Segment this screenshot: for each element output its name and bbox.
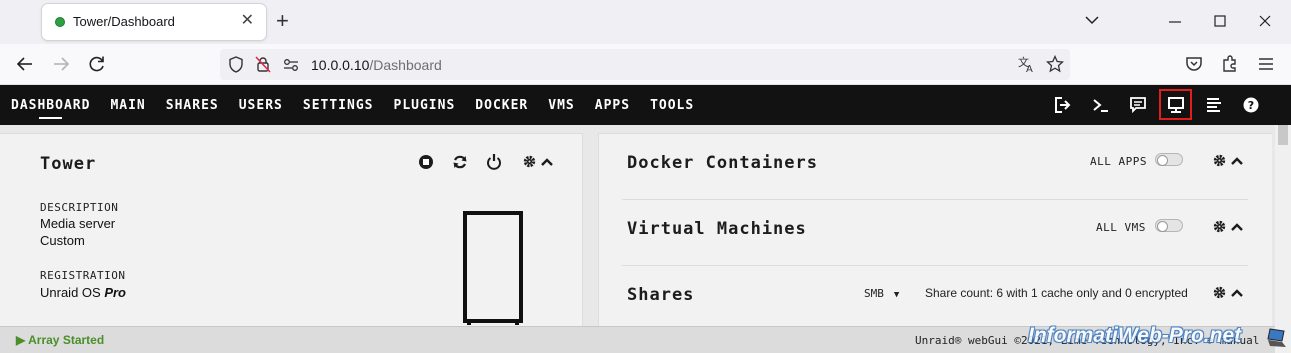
help-icon[interactable]: ? — [1241, 95, 1261, 115]
browser-window: Tower/Dashboard ✕ + 10.0.0.10/Dashboard … — [0, 0, 1291, 353]
back-arrow-icon[interactable] — [15, 54, 35, 74]
pocket-icon[interactable] — [1184, 54, 1204, 74]
collapse-chevron-icon[interactable] — [540, 155, 554, 169]
forward-arrow-icon[interactable] — [51, 54, 71, 74]
watermark-logo: InformatiWeb-Pro.net — [1028, 324, 1242, 347]
play-circle-icon: ▶ — [16, 333, 26, 347]
extensions-puzzle-icon[interactable] — [1220, 54, 1240, 74]
power-off-icon[interactable] — [486, 153, 502, 170]
server-panel: Tower DESCRIPTION Media server Custom RE… — [0, 133, 583, 326]
reload-icon[interactable] — [87, 54, 107, 74]
vms-filter-label: ALL VMS — [1096, 221, 1146, 234]
menu-users[interactable]: USERS — [239, 98, 283, 113]
tab-strip: Tower/Dashboard ✕ + — [0, 0, 1291, 44]
unraid-favicon-icon — [55, 17, 65, 27]
docker-collapse-chevron-icon[interactable] — [1230, 154, 1244, 168]
page-scrollbar[interactable] — [1275, 125, 1291, 353]
menu-tools[interactable]: TOOLS — [650, 98, 694, 113]
shares-settings-gear-icon[interactable] — [1213, 286, 1226, 299]
section-divider — [622, 199, 1248, 200]
docker-filter-label: ALL APPS — [1090, 155, 1147, 168]
unraid-header: DASHBOARD MAIN SHARES USERS SETTINGS PLU… — [0, 85, 1291, 125]
docker-all-apps-toggle[interactable] — [1155, 153, 1183, 166]
vms-all-toggle[interactable] — [1155, 219, 1183, 232]
section-divider — [622, 265, 1248, 266]
registration-value: Unraid OS Pro — [40, 285, 126, 300]
shares-section-title: Shares — [627, 285, 695, 305]
menu-vms[interactable]: VMS — [548, 98, 574, 113]
menu-plugins[interactable]: PLUGINS — [394, 98, 456, 113]
url-path: /Dashboard — [369, 57, 442, 73]
new-tab-button[interactable]: + — [276, 10, 289, 32]
main-menu: DASHBOARD MAIN SHARES USERS SETTINGS PLU… — [11, 98, 714, 119]
shares-protocol-select[interactable]: SMB ▼ — [864, 287, 899, 300]
server-case-icon — [463, 211, 523, 325]
log-icon[interactable] — [1204, 95, 1224, 115]
browser-tab[interactable]: Tower/Dashboard ✕ — [42, 4, 266, 40]
menu-dashboard[interactable]: DASHBOARD — [11, 98, 90, 119]
laptop-logo-icon — [1267, 328, 1286, 347]
description-label: DESCRIPTION — [40, 201, 119, 214]
settings-gear-icon[interactable] — [523, 155, 536, 168]
menu-settings[interactable]: SETTINGS — [303, 98, 374, 113]
url-text[interactable]: 10.0.0.10/Dashboard — [311, 57, 442, 73]
terminal-icon[interactable] — [1091, 95, 1111, 115]
docker-section-title: Docker Containers — [627, 153, 818, 173]
svg-text:?: ? — [1248, 99, 1254, 112]
vms-section-title: Virtual Machines — [627, 219, 807, 239]
address-bar[interactable]: 10.0.0.10/Dashboard 文 A — [220, 49, 1070, 80]
shield-icon[interactable] — [228, 56, 244, 73]
description-line2: Custom — [40, 233, 85, 248]
server-name: Tower — [40, 154, 97, 174]
registration-product: Unraid OS — [40, 285, 105, 300]
logout-icon[interactable] — [1053, 95, 1073, 115]
highlight-box — [1159, 89, 1192, 120]
site-permissions-icon[interactable] — [283, 58, 299, 72]
shares-protocol-value: SMB — [864, 287, 884, 300]
maximize-window-icon[interactable] — [1214, 15, 1226, 27]
vms-collapse-chevron-icon[interactable] — [1230, 220, 1244, 234]
close-tab-icon[interactable]: ✕ — [241, 12, 254, 30]
menu-shares[interactable]: SHARES — [166, 98, 219, 113]
array-status-text: Array Started — [28, 333, 105, 347]
bookmark-star-icon[interactable] — [1046, 55, 1064, 73]
minimize-window-icon[interactable] — [1168, 15, 1182, 29]
registration-tier: Pro — [104, 285, 126, 300]
reboot-icon[interactable] — [452, 154, 468, 170]
stop-array-icon[interactable] — [418, 154, 434, 170]
array-status: ▶ Array Started — [16, 333, 104, 347]
scrollbar-thumb[interactable] — [1278, 125, 1288, 145]
svg-text:A: A — [1026, 64, 1033, 73]
registration-label: REGISTRATION — [40, 269, 126, 282]
navigation-toolbar: 10.0.0.10/Dashboard 文 A — [0, 44, 1291, 85]
translate-icon[interactable]: 文 A — [1017, 55, 1035, 73]
tab-list-chevron-icon[interactable] — [1085, 13, 1099, 27]
insecure-lock-icon[interactable] — [255, 56, 271, 73]
menu-main[interactable]: MAIN — [110, 98, 145, 113]
close-window-icon[interactable] — [1259, 15, 1271, 27]
feedback-icon[interactable] — [1128, 95, 1148, 115]
docker-settings-gear-icon[interactable] — [1213, 154, 1226, 167]
dropdown-arrow-icon: ▼ — [893, 290, 900, 300]
menu-apps[interactable]: APPS — [595, 98, 630, 113]
shares-collapse-chevron-icon[interactable] — [1230, 286, 1244, 300]
shares-summary: Share count: 6 with 1 cache only and 0 e… — [925, 286, 1188, 300]
tab-title: Tower/Dashboard — [73, 14, 175, 29]
vms-settings-gear-icon[interactable] — [1213, 220, 1226, 233]
url-host: 10.0.0.10 — [311, 57, 370, 73]
description-line1: Media server — [40, 216, 116, 231]
menu-docker[interactable]: DOCKER — [475, 98, 528, 113]
hamburger-menu-icon[interactable] — [1256, 54, 1276, 74]
